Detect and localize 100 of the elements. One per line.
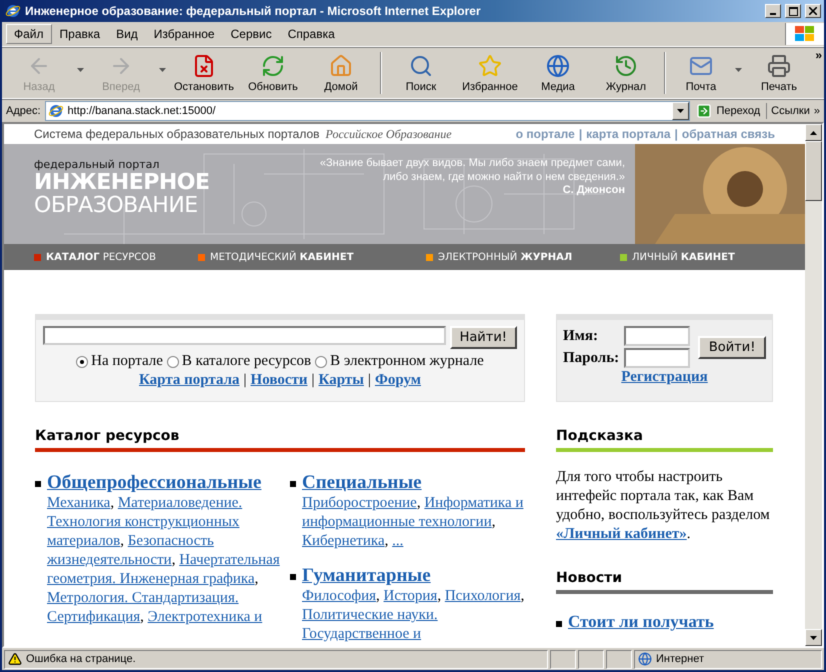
- nav-link[interactable]: МЕТОДИЧЕСКИЙ КАБИНЕТ: [198, 252, 426, 262]
- toolbar-icon: [546, 54, 570, 78]
- nav-link[interactable]: ЭЛЕКТРОННЫЙ ЖУРНАЛ: [426, 252, 620, 262]
- menu-item[interactable]: Избранное: [146, 24, 223, 44]
- scope-radio[interactable]: В электронном журнале: [315, 353, 484, 370]
- toolbar-button[interactable]: Медиа: [524, 48, 592, 98]
- toolbar-button[interactable]: Избранное: [456, 48, 524, 98]
- status-pane: [550, 650, 576, 668]
- caret-icon: [159, 68, 166, 72]
- nav-link[interactable]: КАТАЛОГ РЕСУРСОВ: [34, 252, 198, 262]
- login-button[interactable]: Войти!: [698, 336, 766, 358]
- menu-item[interactable]: Файл: [6, 24, 52, 44]
- links-button[interactable]: Ссылки: [771, 105, 810, 117]
- subcategory-links[interactable]: Механика, Материаловедение. Технология конструкционных материалов, Безопасность жизнедеятельности, Начертательная геометрия. Инженерная графика, Метрология. Стандартизация. Сертификация, Электротехника и: [47, 494, 290, 627]
- menu-item[interactable]: Сервис: [222, 24, 280, 44]
- category-link[interactable]: Специальные: [302, 472, 525, 494]
- portal-link[interactable]: Форум: [374, 372, 421, 389]
- maximize-button[interactable]: [785, 4, 801, 18]
- toolbar-button[interactable]: Остановить: [168, 48, 240, 98]
- close-button[interactable]: [805, 4, 821, 18]
- scope-radio[interactable]: На портале: [76, 353, 163, 370]
- maximize-icon: [788, 6, 798, 16]
- news-link[interactable]: Стоит ли получать: [568, 612, 714, 632]
- scroll-thumb[interactable]: [805, 141, 822, 201]
- warning-icon: [8, 652, 22, 666]
- bullet-icon: [290, 481, 296, 487]
- toolbar-icon: [261, 54, 285, 78]
- zone-text: Интернет: [656, 653, 704, 665]
- menu-item[interactable]: Вид: [108, 24, 146, 44]
- scroll-down-icon: [810, 636, 817, 640]
- toolbar-icon: [767, 54, 791, 78]
- close-icon: [809, 7, 817, 15]
- toolbar-button[interactable]: Обновить: [240, 48, 306, 98]
- search-field[interactable]: [43, 326, 446, 345]
- logo-subtitle: ОБРАЗОВАНИЕ: [34, 194, 199, 217]
- toolbar-button[interactable]: Печать: [744, 48, 814, 98]
- scroll-up-icon: [810, 130, 817, 134]
- more-button[interactable]: »: [815, 48, 822, 98]
- quote-text: «Знание бывает двух видов. Мы либо знаем предмет сами,: [320, 156, 625, 170]
- section-heading: Каталог ресурсов: [35, 428, 525, 452]
- separator: |: [674, 127, 678, 141]
- status-text: Ошибка на странице.: [26, 653, 136, 665]
- status-pane: [606, 650, 632, 668]
- hint-text: Для того чтобы настроить интефейс портала так, как Вам удобно, воспользуйтесь разделом «Личный кабинет».: [556, 468, 771, 544]
- toolbar-icon: [478, 54, 502, 78]
- separator: |: [244, 372, 247, 389]
- browser-icon: [48, 103, 64, 119]
- quote-text: либо знаем, где можно найти о нем сведения.»: [382, 170, 625, 184]
- scope-radio[interactable]: В каталоге ресурсов: [166, 353, 312, 370]
- status-pane: [578, 650, 604, 668]
- portal-system-logo: Российское Образование: [326, 126, 452, 142]
- scrollbar[interactable]: [805, 124, 822, 646]
- go-button[interactable]: Переход: [694, 103, 768, 119]
- category-link[interactable]: Гуманитарные: [302, 565, 525, 587]
- bullet-icon: [35, 481, 41, 487]
- subcategory-links[interactable]: Философия, История, Психология, Политические науки. Государственное и: [302, 587, 525, 644]
- name-field[interactable]: [624, 326, 690, 346]
- address-field[interactable]: http://banana.stack.net:15000/: [44, 101, 690, 121]
- logo-title: ИНЖЕНЕРНОЕ: [34, 171, 210, 194]
- password-label: Пароль:: [563, 350, 620, 366]
- category-link[interactable]: Общепрофессиональные: [47, 472, 290, 494]
- browser-icon: [5, 3, 21, 19]
- portal-link[interactable]: Карта портала: [139, 372, 240, 389]
- dropdown-arrow-icon: [677, 109, 684, 113]
- separator: |: [578, 127, 582, 141]
- dropdown-button[interactable]: [672, 102, 690, 120]
- toolbar-button[interactable]: Журнал: [592, 48, 660, 98]
- window-title: Инженерное образование: федеральный портал - Microsoft Internet Explorer: [25, 4, 482, 18]
- menu-item[interactable]: Справка: [280, 24, 343, 44]
- section-heading: Новости: [556, 570, 773, 594]
- toolbar-icon: [409, 54, 433, 78]
- address-label: Адрес:: [6, 105, 41, 117]
- subcategory-links[interactable]: Приборостроение, Информатика и информационные технологии, Кибернетика, ...: [302, 494, 525, 551]
- quote-author: С. Джонсон: [562, 184, 625, 196]
- toolbar-icon: [614, 54, 638, 78]
- separator: |: [312, 372, 315, 389]
- caret-icon: [735, 68, 742, 72]
- toolbar-button[interactable]: Почта: [670, 48, 744, 98]
- portal-link[interactable]: Новости: [250, 372, 308, 389]
- toolbar-button[interactable]: Поиск: [386, 48, 456, 98]
- portal-link[interactable]: Карты: [318, 372, 364, 389]
- logo-kicker: федеральный портал: [34, 158, 160, 171]
- minimize-button[interactable]: [765, 4, 781, 18]
- more-button[interactable]: »: [814, 105, 820, 117]
- bullet-icon: [290, 574, 296, 580]
- password-field[interactable]: [624, 348, 690, 368]
- caret-icon: [77, 68, 84, 72]
- section-heading: Подсказка: [556, 428, 773, 452]
- globe-icon: [638, 652, 652, 666]
- separator: |: [368, 372, 371, 389]
- toolbar-icon: [192, 54, 216, 78]
- bullet-icon: [556, 621, 562, 627]
- toolbar-button[interactable]: Домой: [306, 48, 376, 98]
- register-link[interactable]: Регистрация: [621, 369, 708, 385]
- name-label: Имя:: [563, 328, 599, 344]
- search-button[interactable]: Найти!: [450, 326, 517, 349]
- portal-system-text: Система федеральных образовательных порталов: [34, 127, 320, 141]
- nav-link[interactable]: ЛИЧНЫЙ КАБИНЕТ: [620, 252, 805, 262]
- menu-item[interactable]: Правка: [52, 24, 108, 44]
- cabinet-link[interactable]: «Личный кабинет»: [556, 526, 687, 542]
